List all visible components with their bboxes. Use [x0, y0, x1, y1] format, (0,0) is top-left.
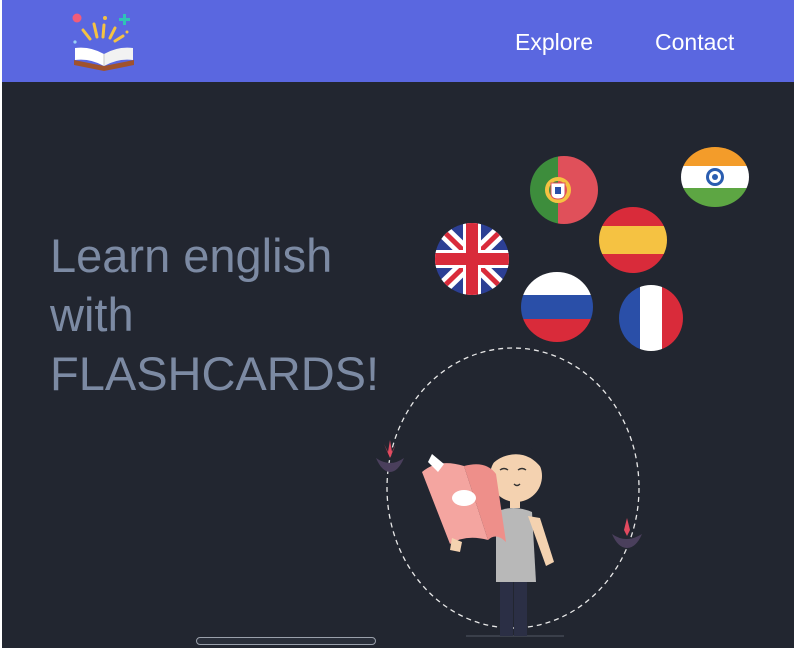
spain-flag-icon [599, 207, 667, 273]
horizontal-scrollbar[interactable] [196, 637, 376, 645]
hero-title-line-1: Learn english [50, 229, 333, 282]
logo-book-icon[interactable] [70, 10, 138, 72]
hero-title: Learn english with FLASHCARDS! [50, 226, 410, 403]
left-flower-icon [376, 440, 404, 472]
person-reading-illustration [376, 347, 642, 637]
hero-title-line-3: FLASHCARDS! [50, 347, 380, 400]
hero-title-line-2: with [50, 288, 134, 341]
india-flag-icon [681, 147, 749, 207]
right-flower-icon [612, 518, 642, 548]
portugal-flag-icon [530, 156, 598, 224]
russia-flag-icon [521, 272, 593, 342]
uk-flag-icon [435, 223, 509, 295]
page-frame: Explore Contact Learn english with FLASH… [2, 0, 794, 648]
nav-link-explore[interactable]: Explore [515, 28, 593, 56]
navbar: Explore Contact [2, 0, 794, 82]
nav-link-contact[interactable]: Contact [655, 28, 734, 56]
